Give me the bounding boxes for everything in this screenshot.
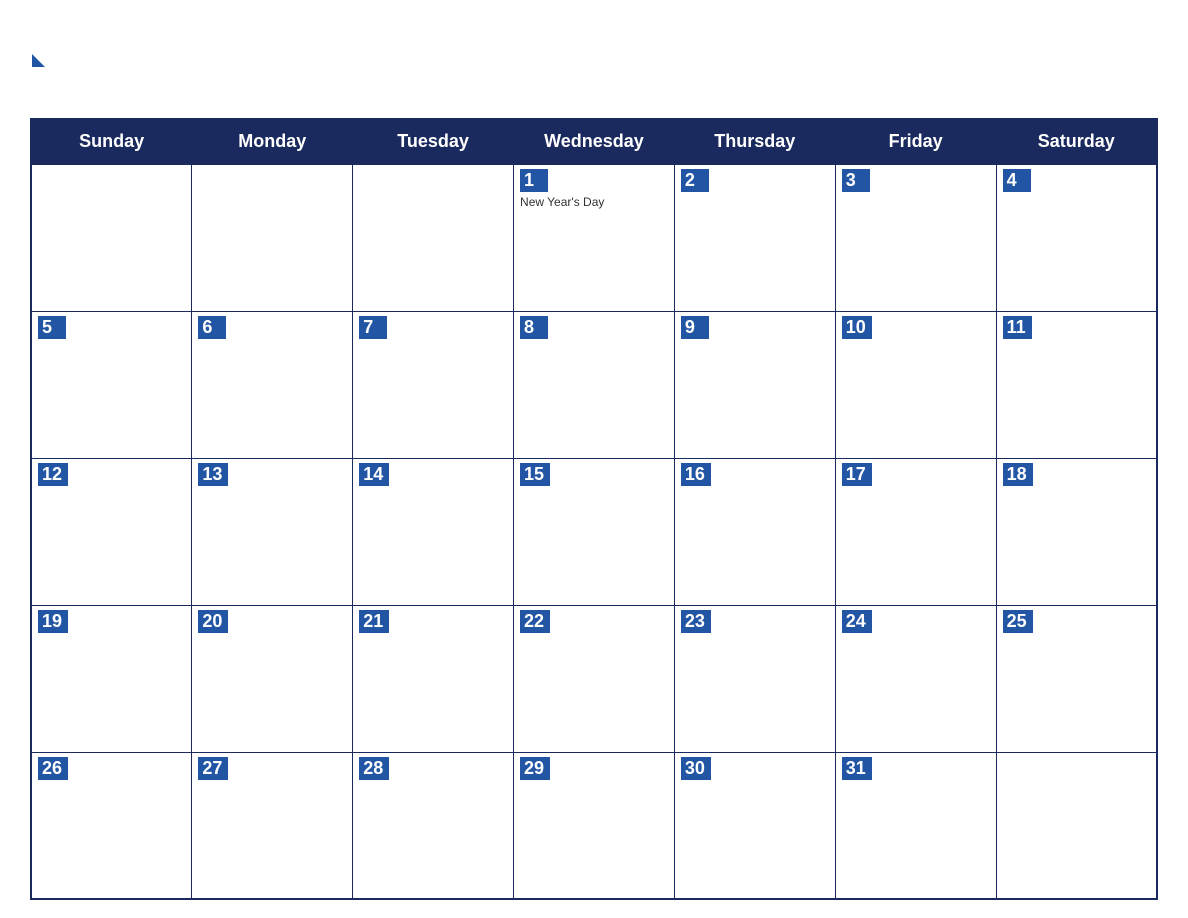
day-number: 16 xyxy=(681,463,711,486)
week-row-2: 5 6 7 8 9 10 11 xyxy=(31,311,1157,458)
day-number: 9 xyxy=(681,316,709,339)
calendar-cell: 15 xyxy=(514,458,675,605)
calendar-cell: 9 xyxy=(674,311,835,458)
day-number: 10 xyxy=(842,316,872,339)
calendar-cell: 17 xyxy=(835,458,996,605)
day-number: 12 xyxy=(38,463,68,486)
week-row-5: 26 27 28 29 30 31 xyxy=(31,752,1157,899)
calendar-cell: 12 xyxy=(31,458,192,605)
calendar-cell: 8 xyxy=(514,311,675,458)
day-number: 7 xyxy=(359,316,387,339)
day-number: 21 xyxy=(359,610,389,633)
day-number: 28 xyxy=(359,757,389,780)
calendar-cell xyxy=(31,164,192,311)
calendar-cell: 21 xyxy=(353,605,514,752)
days-header-row: SundayMondayTuesdayWednesdayThursdayFrid… xyxy=(31,119,1157,164)
event-label: New Year's Day xyxy=(520,195,668,209)
logo xyxy=(30,57,45,70)
day-header-saturday: Saturday xyxy=(996,119,1157,164)
day-number: 24 xyxy=(842,610,872,633)
day-header-monday: Monday xyxy=(192,119,353,164)
calendar-cell: 26 xyxy=(31,752,192,899)
day-header-thursday: Thursday xyxy=(674,119,835,164)
calendar-cell xyxy=(996,752,1157,899)
calendar-cell: 23 xyxy=(674,605,835,752)
day-number: 15 xyxy=(520,463,550,486)
calendar-table: SundayMondayTuesdayWednesdayThursdayFrid… xyxy=(30,118,1158,900)
day-header-wednesday: Wednesday xyxy=(514,119,675,164)
day-number: 3 xyxy=(842,169,870,192)
day-number: 5 xyxy=(38,316,66,339)
calendar-cell: 3 xyxy=(835,164,996,311)
calendar-cell: 24 xyxy=(835,605,996,752)
calendar-cell xyxy=(192,164,353,311)
calendar-cell: 19 xyxy=(31,605,192,752)
day-number: 27 xyxy=(198,757,228,780)
calendar-cell: 31 xyxy=(835,752,996,899)
calendar-cell: 4 xyxy=(996,164,1157,311)
calendar-cell: 2 xyxy=(674,164,835,311)
day-number: 25 xyxy=(1003,610,1033,633)
calendar-cell: 14 xyxy=(353,458,514,605)
calendar-page: SundayMondayTuesdayWednesdayThursdayFrid… xyxy=(0,0,1188,918)
day-header-tuesday: Tuesday xyxy=(353,119,514,164)
calendar-cell: 16 xyxy=(674,458,835,605)
calendar-cell: 11 xyxy=(996,311,1157,458)
calendar-cell: 5 xyxy=(31,311,192,458)
logo-triangle-icon xyxy=(32,54,45,67)
calendar-cell: 7 xyxy=(353,311,514,458)
week-row-4: 19 20 21 22 23 24 25 xyxy=(31,605,1157,752)
calendar-cell: 22 xyxy=(514,605,675,752)
day-number: 20 xyxy=(198,610,228,633)
calendar-cell: 1 New Year's Day xyxy=(514,164,675,311)
day-number: 6 xyxy=(198,316,226,339)
week-row-1: 1 New Year's Day 2 3 4 xyxy=(31,164,1157,311)
day-number: 23 xyxy=(681,610,711,633)
day-number: 2 xyxy=(681,169,709,192)
day-number: 18 xyxy=(1003,463,1033,486)
calendar-cell: 10 xyxy=(835,311,996,458)
week-row-3: 12 13 14 15 16 17 18 xyxy=(31,458,1157,605)
calendar-cell: 25 xyxy=(996,605,1157,752)
day-number: 30 xyxy=(681,757,711,780)
day-number: 11 xyxy=(1003,316,1032,339)
calendar-cell: 27 xyxy=(192,752,353,899)
day-number: 13 xyxy=(198,463,228,486)
day-number: 4 xyxy=(1003,169,1031,192)
calendar-cell: 13 xyxy=(192,458,353,605)
day-number: 26 xyxy=(38,757,68,780)
day-number: 17 xyxy=(842,463,872,486)
day-header-friday: Friday xyxy=(835,119,996,164)
day-number: 14 xyxy=(359,463,389,486)
calendar-cell: 6 xyxy=(192,311,353,458)
calendar-header xyxy=(30,18,1158,108)
day-number: 8 xyxy=(520,316,548,339)
calendar-cell: 30 xyxy=(674,752,835,899)
day-number: 19 xyxy=(38,610,68,633)
day-number: 22 xyxy=(520,610,550,633)
calendar-cell: 29 xyxy=(514,752,675,899)
day-number: 29 xyxy=(520,757,550,780)
day-number: 31 xyxy=(842,757,872,780)
day-header-sunday: Sunday xyxy=(31,119,192,164)
calendar-cell: 28 xyxy=(353,752,514,899)
calendar-cell xyxy=(353,164,514,311)
calendar-cell: 20 xyxy=(192,605,353,752)
calendar-cell: 18 xyxy=(996,458,1157,605)
day-number: 1 xyxy=(520,169,548,192)
